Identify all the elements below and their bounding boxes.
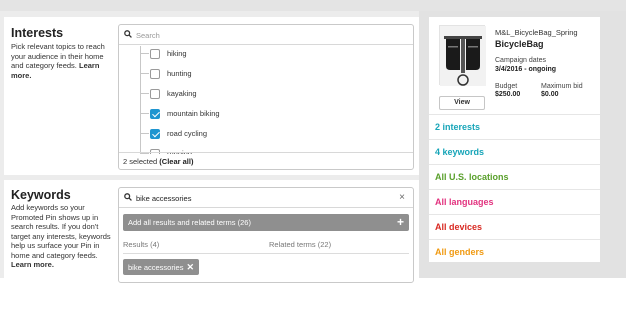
- summary-label: All U.S. locations: [435, 172, 509, 182]
- summary-interests[interactable]: 2 interests: [429, 114, 600, 139]
- interests-picker: hiking hunting kayaking mountain biking …: [118, 24, 414, 170]
- results-divider: [123, 253, 409, 254]
- interest-checkbox-road-cycling[interactable]: [150, 129, 160, 139]
- interest-item-hunting[interactable]: hunting: [141, 67, 341, 81]
- campaign-dates-label: Campaign dates: [495, 57, 546, 64]
- search-icon: [124, 193, 132, 201]
- campaign-dates-value: 3/4/2016 - ongoing: [495, 66, 557, 73]
- interests-section: Interests Pick relevant topics to reach …: [4, 17, 419, 175]
- interests-status-row: 2 selected (Clear all): [119, 152, 413, 169]
- keywords-search-input[interactable]: [136, 191, 386, 205]
- interest-label: road cycling: [167, 129, 208, 138]
- remove-icon[interactable]: ✕: [186, 262, 194, 272]
- tree-branch: [141, 93, 149, 94]
- interest-label: mountain biking: [167, 109, 220, 118]
- keywords-title: Keywords: [11, 188, 71, 202]
- top-strip: [0, 0, 626, 11]
- interests-search-input[interactable]: [136, 28, 386, 42]
- add-all-label: Add all results and related terms (26): [128, 218, 251, 227]
- summary-label: All devices: [435, 222, 483, 232]
- clear-all-link[interactable]: (Clear all): [159, 157, 193, 166]
- interest-item-road-cycling[interactable]: road cycling: [141, 127, 341, 141]
- interest-checkbox-mountain-biking[interactable]: [150, 109, 160, 119]
- summary-locations[interactable]: All U.S. locations: [429, 164, 600, 189]
- interest-checkbox-kayaking[interactable]: [150, 89, 160, 99]
- summary-devices[interactable]: All devices: [429, 214, 600, 239]
- keywords-picker: × Add all results and related terms (26)…: [118, 187, 414, 283]
- summary-keywords[interactable]: 4 keywords: [429, 139, 600, 164]
- tree-branch: [141, 53, 149, 54]
- results-heading: Results (4): [123, 240, 160, 249]
- summary-label: 4 keywords: [435, 147, 485, 157]
- interest-item-kayaking[interactable]: kayaking: [141, 87, 341, 101]
- close-icon[interactable]: ×: [399, 192, 405, 203]
- budget-value: $250.00: [495, 91, 521, 98]
- interest-label: hiking: [167, 49, 187, 58]
- interests-description: Pick relevant topics to reach your audie…: [11, 42, 116, 80]
- interest-item-mountain-biking[interactable]: mountain biking: [141, 107, 341, 121]
- tree-branch: [141, 133, 149, 134]
- bicycle-bag-image: [440, 26, 486, 86]
- summary-label: All languages: [435, 197, 494, 207]
- tree-branch: [141, 73, 149, 74]
- add-all-results-button[interactable]: Add all results and related terms (26) +: [123, 214, 409, 231]
- interest-item-hiking[interactable]: hiking: [141, 47, 341, 61]
- interest-checkbox-hunting[interactable]: [150, 69, 160, 79]
- keywords-description-text: Add keywords so your Promoted Pin shows …: [11, 203, 111, 260]
- budget-label: Budget: [495, 83, 518, 90]
- tree-branch: [141, 113, 149, 114]
- interest-label: hunting: [167, 69, 192, 78]
- summary-genders[interactable]: All genders: [429, 239, 600, 262]
- bicycle-bag-photo: [439, 25, 486, 86]
- interests-status: 2 selected (Clear all): [123, 157, 193, 166]
- summary-languages[interactable]: All languages: [429, 189, 600, 214]
- campaign-name: M&L_BicycleBag_Spring: [495, 28, 578, 37]
- keywords-search-row: ×: [119, 188, 413, 208]
- related-terms-heading: Related terms (22): [269, 240, 332, 249]
- view-button[interactable]: View: [439, 96, 485, 110]
- keywords-section: Keywords Add keywords so your Promoted P…: [4, 180, 419, 283]
- keywords-description: Add keywords so your Promoted Pin shows …: [11, 203, 116, 270]
- interests-search-row: [119, 25, 413, 45]
- keyword-chip[interactable]: bike accessories ✕: [123, 259, 199, 275]
- plus-icon: +: [396, 215, 404, 229]
- max-bid-label: Maximum bid: [541, 83, 583, 90]
- selected-count: 2 selected: [123, 157, 158, 166]
- keywords-learn-more-link[interactable]: Learn more.: [11, 260, 54, 269]
- interest-checkbox-hiking[interactable]: [150, 49, 160, 59]
- search-icon: [124, 30, 132, 38]
- pin-preview-card: View M&L_BicycleBag_Spring BicycleBag Ca…: [429, 17, 600, 262]
- interests-title: Interests: [11, 26, 64, 40]
- keyword-chip-label: bike accessories: [128, 263, 184, 272]
- interest-label: kayaking: [167, 89, 197, 98]
- summary-label: 2 interests: [435, 122, 481, 132]
- pin-title: BicycleBag: [495, 39, 544, 49]
- summary-label: All genders: [435, 247, 485, 257]
- max-bid-value: $0.00: [541, 91, 559, 98]
